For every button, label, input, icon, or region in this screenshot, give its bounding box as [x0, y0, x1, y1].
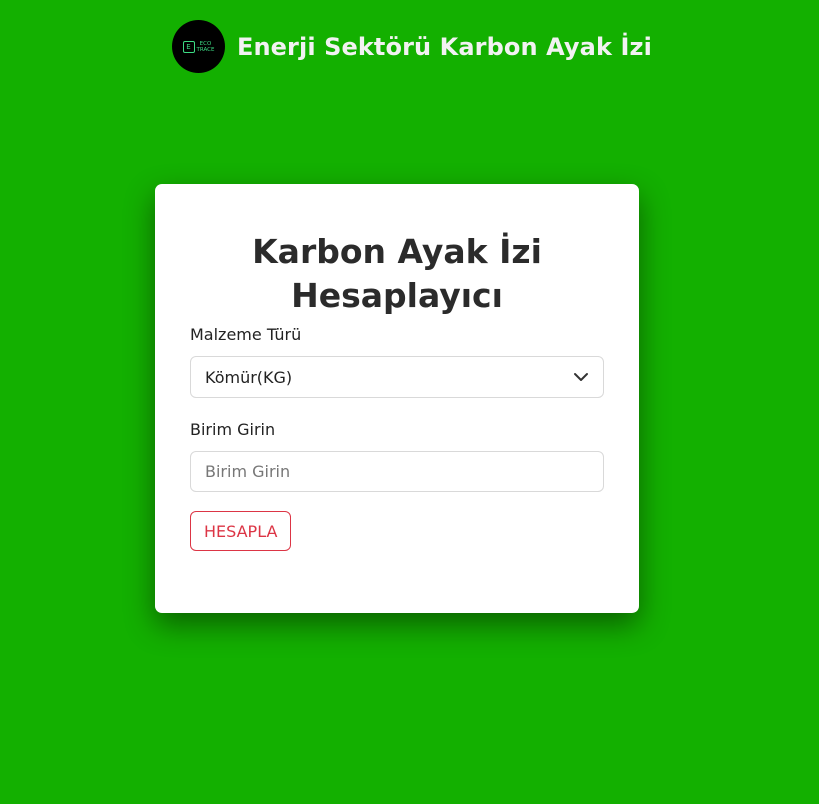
card-title: Karbon Ayak İzi Hesaplayıcı [155, 230, 639, 318]
calculate-button[interactable]: HESAPLA [190, 511, 292, 551]
material-type-select[interactable]: Kömür(KG) [190, 356, 604, 398]
logo-text: ECO TRACE [196, 40, 215, 53]
site-header: E ECO TRACE Enerji Sektörü Karbon Ayak İz… [172, 20, 652, 73]
card-title-line1: Karbon Ayak İzi [252, 232, 542, 271]
eco-trace-logo[interactable]: E ECO TRACE [172, 20, 225, 73]
unit-label: Birim Girin [190, 420, 276, 439]
material-type-value: Kömür(KG) [205, 367, 293, 387]
leaf-icon: E [182, 40, 195, 53]
material-type-label: Malzeme Türü [190, 325, 302, 344]
calculator-card: Karbon Ayak İzi Hesaplayıcı Malzeme Türü… [155, 184, 639, 613]
unit-input[interactable] [190, 451, 604, 492]
logo-mark: E ECO TRACE [182, 40, 215, 53]
card-title-line2: Hesaplayıcı [291, 276, 503, 315]
site-title: Enerji Sektörü Karbon Ayak İzi [237, 32, 652, 61]
chevron-down-icon [574, 373, 588, 381]
